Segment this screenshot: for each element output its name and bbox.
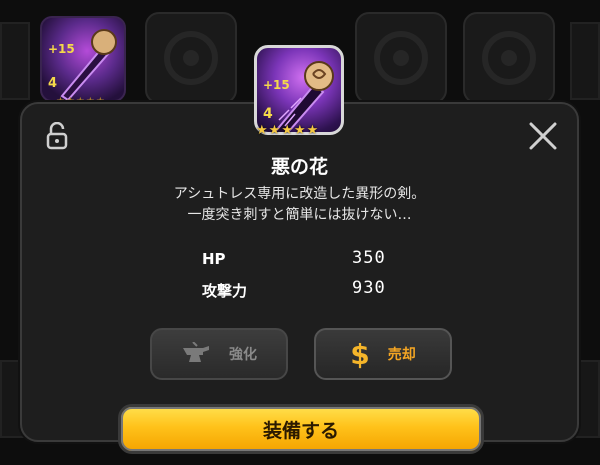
star-icon: ★ (306, 123, 319, 138)
item-plus-label: +15 (48, 42, 75, 56)
empty-slot-icon (482, 31, 536, 85)
anvil-icon (183, 342, 209, 362)
close-icon[interactable] (527, 120, 559, 152)
inventory-slot[interactable] (570, 22, 600, 100)
item-plus-label: +15 (263, 78, 290, 92)
star-icon: ★ (281, 123, 293, 138)
item-detail-modal: 悪の花 アシュトレス専用に改造した異形の剣。 一度突き刺すと簡単には抜けない… … (20, 102, 579, 442)
stat-label-attack: 攻撃力 (202, 282, 248, 300)
equip-button[interactable]: 装備する (118, 404, 484, 454)
inventory-slot[interactable] (0, 22, 30, 100)
empty-slot-icon (374, 31, 428, 85)
enhance-button[interactable]: 強化 (150, 328, 288, 380)
item-rarity-stars: ★ ★ ★ ★ ★ (256, 124, 326, 138)
sell-label: 売却 (387, 347, 416, 363)
equip-label: 装備する (262, 419, 339, 442)
inventory-item[interactable]: +15 4 (40, 16, 126, 102)
description-line: 一度突き刺すと簡単には抜けない… (187, 207, 412, 223)
item-level-label: 4 (48, 76, 58, 91)
unlock-icon[interactable] (46, 122, 68, 150)
stat-value-hp: 350 (352, 248, 386, 268)
inventory-slot[interactable] (355, 12, 447, 104)
dollar-icon: $ (350, 337, 370, 371)
item-name: 悪の花 (270, 156, 328, 178)
empty-slot-icon (164, 31, 218, 85)
stat-label-hp: HP (202, 250, 226, 268)
inventory-slot[interactable] (463, 12, 555, 104)
item-card: +15 4 (254, 45, 344, 135)
item-level-label: 4 (263, 106, 273, 122)
enhance-label: 強化 (229, 347, 257, 363)
description-line: アシュトレス専用に改造した異形の剣。 (173, 186, 426, 202)
star-icon: ★ (268, 123, 281, 138)
inventory-slot[interactable] (145, 12, 237, 104)
star-icon: ★ (293, 123, 306, 138)
stat-value-attack: 930 (352, 278, 386, 298)
star-icon: ★ (256, 123, 268, 138)
sell-button[interactable]: $ 売却 (314, 328, 452, 380)
item-description: アシュトレス専用に改造した異形の剣。 一度突き刺すと簡単には抜けない… (22, 184, 577, 226)
